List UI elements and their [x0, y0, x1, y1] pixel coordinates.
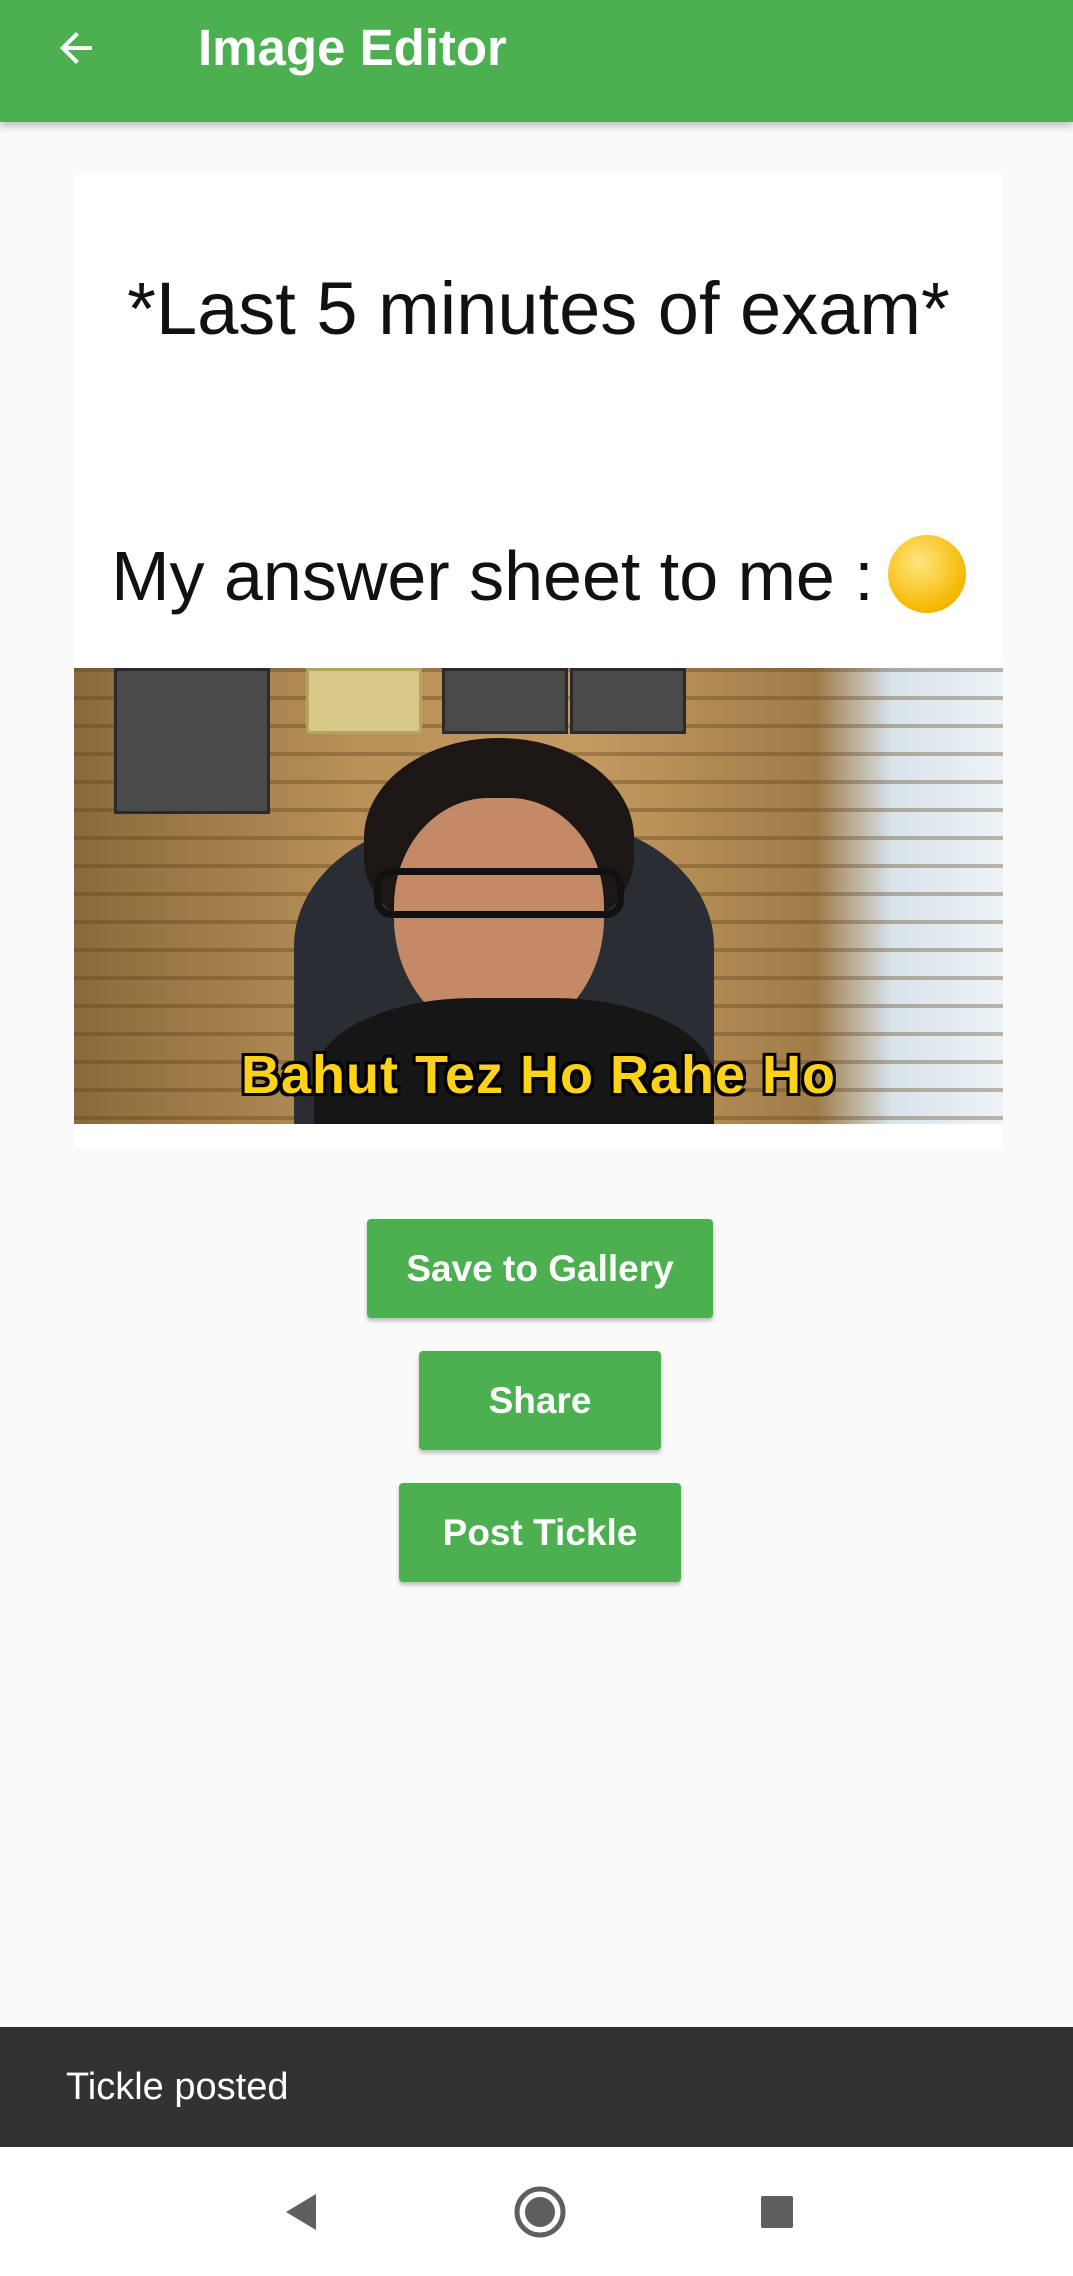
nav-home-icon — [514, 2186, 566, 2238]
plaque-shape — [306, 668, 422, 734]
app-bar: Image Editor — [0, 0, 1073, 122]
plaque-shape — [114, 668, 270, 814]
page-title: Image Editor — [198, 18, 507, 76]
system-nav-bar — [0, 2147, 1073, 2276]
meme-text-middle-label: My answer sheet to me : — [111, 537, 874, 615]
meme-caption: Bahut Tez Ho Rahe Ho — [240, 1045, 836, 1105]
plaque-shape — [442, 668, 568, 734]
nav-back-button[interactable] — [265, 2177, 335, 2247]
post-tickle-button[interactable]: Post Tickle — [399, 1483, 681, 1582]
nav-recents-button[interactable] — [742, 2177, 812, 2247]
arrow-left-icon — [60, 32, 92, 64]
snackbar-message: Tickle posted — [66, 2065, 289, 2108]
meme-text-middle: My answer sheet to me : — [74, 534, 1003, 621]
smirking-face-emoji-icon — [887, 534, 966, 613]
nav-recents-icon — [761, 2196, 793, 2228]
save-to-gallery-button[interactable]: Save to Gallery — [367, 1219, 713, 1318]
meme-photo: Bahut Tez Ho Rahe Ho — [74, 668, 1003, 1124]
plaque-shape — [570, 668, 686, 734]
nav-home-button[interactable] — [505, 2177, 575, 2247]
nav-back-icon — [286, 2194, 316, 2230]
meme-image: *Last 5 minutes of exam* My answer sheet… — [74, 174, 1003, 1149]
glasses-shape — [374, 868, 624, 918]
meme-text-top: *Last 5 minutes of exam* — [127, 267, 950, 350]
snackbar: Tickle posted — [0, 2027, 1073, 2147]
back-button[interactable] — [44, 16, 108, 80]
share-button[interactable]: Share — [419, 1351, 661, 1450]
